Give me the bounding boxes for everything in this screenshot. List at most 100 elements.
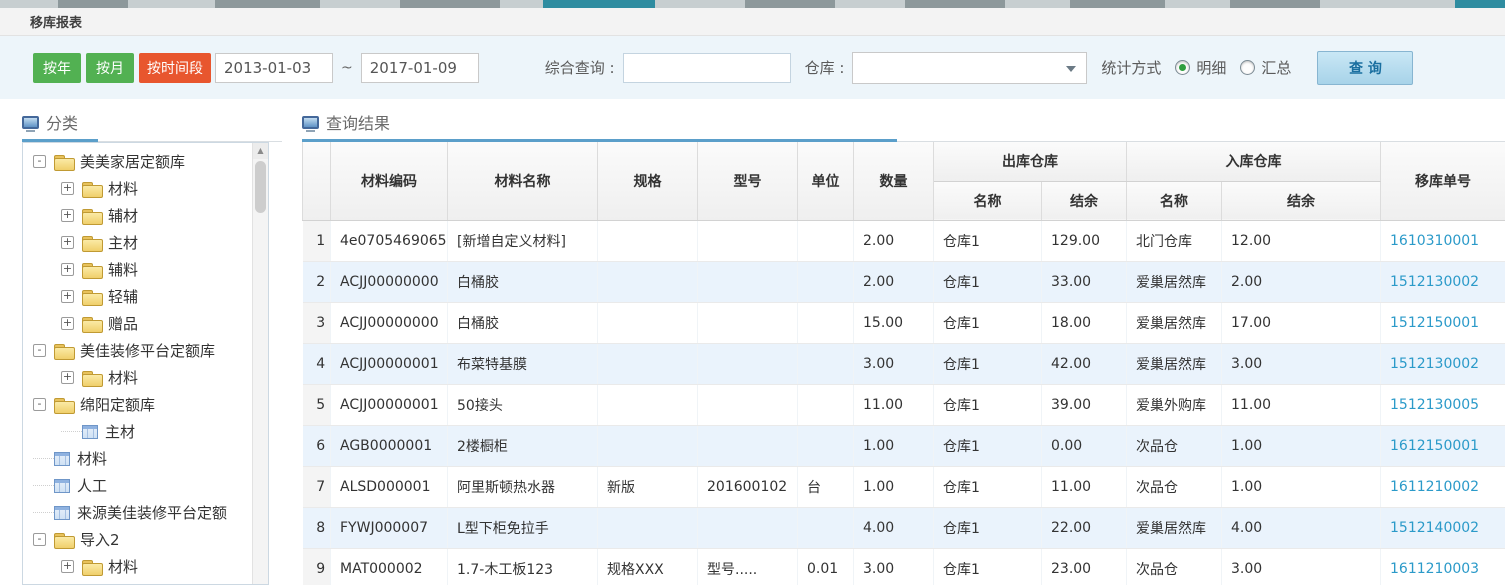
expander-plus-icon[interactable]: + <box>61 209 74 222</box>
table-icon <box>54 506 70 520</box>
expander-minus-icon[interactable]: - <box>33 398 46 411</box>
tree-item[interactable]: -导入2 <box>23 526 268 553</box>
expander-plus-icon[interactable]: + <box>61 236 74 249</box>
scroll-up-icon[interactable]: ▲ <box>253 143 268 159</box>
col-model[interactable]: 型号 <box>698 142 798 220</box>
expander-plus-icon[interactable]: + <box>61 560 74 573</box>
cell-material-code: 4e0705469065 <box>331 220 448 261</box>
col-out-name[interactable]: 名称 <box>934 181 1042 220</box>
top-tab-stub[interactable] <box>400 0 500 8</box>
radio-summary[interactable]: 汇总 <box>1240 57 1291 78</box>
cell-model <box>698 507 798 548</box>
folder-icon <box>82 317 101 331</box>
top-tab-stub[interactable] <box>1230 0 1320 8</box>
cell-material-name: [新增自定义材料] <box>448 220 598 261</box>
tree-item[interactable]: + 轻辅 <box>23 283 268 310</box>
top-tab-stub[interactable] <box>745 0 835 8</box>
col-qty[interactable]: 数量 <box>854 142 934 220</box>
radio-detail-icon[interactable] <box>1175 60 1190 75</box>
tree-item[interactable]: +辅料 <box>23 256 268 283</box>
col-group-outbound[interactable]: 出库仓库 <box>934 142 1127 181</box>
transfer-order-link[interactable]: 1512130005 <box>1390 397 1479 413</box>
tree-item-label: 轻辅 <box>108 286 138 307</box>
tree-item[interactable]: 来源美佳装修平台定额 <box>23 499 268 526</box>
by-period-button[interactable]: 按时间段 <box>139 53 211 83</box>
top-tab-stub-active[interactable] <box>543 0 655 8</box>
tree-item[interactable]: 主材 <box>23 418 268 445</box>
cell-in-balance: 17.00 <box>1222 302 1381 343</box>
col-order-no[interactable]: 移库单号 <box>1381 142 1505 220</box>
tree-item[interactable]: +主材 <box>23 229 268 256</box>
tree-item[interactable]: 人工 <box>23 472 268 499</box>
transfer-order-link[interactable]: 1611210003 <box>1390 561 1479 577</box>
transfer-order-link[interactable]: 1512140002 <box>1390 520 1479 536</box>
transfer-order-link[interactable]: 1512150001 <box>1390 315 1479 331</box>
transfer-order-link[interactable]: 1610310001 <box>1390 233 1479 249</box>
tree-item-label: 辅材 <box>108 205 138 226</box>
scrollbar-thumb[interactable] <box>255 161 266 213</box>
date-to-input[interactable] <box>361 53 479 83</box>
transfer-order-link[interactable]: 1512130002 <box>1390 274 1479 290</box>
tree-item[interactable]: +材料 <box>23 175 268 202</box>
top-tab-stub[interactable] <box>215 0 320 8</box>
expander-minus-icon[interactable]: - <box>33 344 46 357</box>
transfer-order-link[interactable]: 1512130002 <box>1390 356 1479 372</box>
cell-model <box>698 302 798 343</box>
cell-unit <box>798 343 854 384</box>
expander-plus-icon[interactable]: + <box>61 182 74 195</box>
tree-item-label: 材料 <box>77 448 107 469</box>
tree-item[interactable]: - 美佳装修平台定额库 <box>23 337 268 364</box>
expander-plus-icon[interactable]: + <box>61 371 74 384</box>
col-unit[interactable]: 单位 <box>798 142 854 220</box>
cell-material-name: 布菜特基膜 <box>448 343 598 384</box>
combined-query-input[interactable] <box>623 53 791 83</box>
warehouse-select[interactable] <box>852 52 1087 84</box>
content-area: 分类 ▲ -美美家居定额库+材料+辅材+主材+辅料+轻辅+赠品-美佳装修平台定额… <box>0 99 1505 585</box>
expander-minus-icon[interactable]: - <box>33 533 46 546</box>
tree-scrollbar[interactable]: ▲ <box>252 143 268 584</box>
transfer-order-link[interactable]: 1612150001 <box>1390 438 1479 454</box>
tree-item-label: 美佳装修平台定额库 <box>80 340 215 361</box>
top-tab-stub-active[interactable] <box>1455 0 1505 8</box>
cell-material-code: ACJJ00000001 <box>331 343 448 384</box>
top-tab-stub[interactable] <box>1070 0 1165 8</box>
query-button[interactable]: 查 询 <box>1317 51 1413 85</box>
cell-out-name: 仓库1 <box>934 261 1042 302</box>
tree-item[interactable]: -美美家居定额库 <box>23 148 268 175</box>
col-in-balance[interactable]: 结余 <box>1222 181 1381 220</box>
tree-item[interactable]: +赠品 <box>23 310 268 337</box>
radio-summary-icon[interactable] <box>1240 60 1255 75</box>
col-spec[interactable]: 规格 <box>598 142 698 220</box>
cell-out-name: 仓库1 <box>934 425 1042 466</box>
expander-plus-icon[interactable]: + <box>61 290 74 303</box>
col-out-balance[interactable]: 结余 <box>1042 181 1127 220</box>
page-title-bar: 移库报表 <box>0 8 1505 36</box>
col-material-code[interactable]: 材料编码 <box>331 142 448 220</box>
tree-item[interactable]: +材料 <box>23 364 268 391</box>
tree-item[interactable]: +材料 <box>23 553 268 580</box>
date-from-input[interactable] <box>215 53 333 83</box>
transfer-order-link[interactable]: 1611210002 <box>1390 479 1479 495</box>
tree-item[interactable]: + 辅材 <box>23 202 268 229</box>
cell-material-code: ACJJ00000001 <box>331 384 448 425</box>
col-group-inbound[interactable]: 入库仓库 <box>1127 142 1381 181</box>
top-tab-stub[interactable] <box>58 0 128 8</box>
expander-plus-icon[interactable]: + <box>61 317 74 330</box>
table-row: 2ACJJ00000000白桶胶2.00仓库133.00爱巢居然库2.00151… <box>303 261 1505 302</box>
cell-material-code: ACJJ00000000 <box>331 261 448 302</box>
table-icon <box>54 452 70 466</box>
tree-item-label: 来源美佳装修平台定额 <box>77 502 227 523</box>
expander-minus-icon[interactable]: - <box>33 155 46 168</box>
col-material-name[interactable]: 材料名称 <box>448 142 598 220</box>
tree-item[interactable]: -绵阳定额库 <box>23 391 268 418</box>
cell-in-balance: 11.00 <box>1222 384 1381 425</box>
top-tab-stub[interactable] <box>905 0 1005 8</box>
table-icon <box>54 479 70 493</box>
tree-item[interactable]: 材料 <box>23 445 268 472</box>
cell-material-name: 2楼橱柜 <box>448 425 598 466</box>
col-in-name[interactable]: 名称 <box>1127 181 1222 220</box>
by-year-button[interactable]: 按年 <box>33 53 81 83</box>
by-month-button[interactable]: 按月 <box>86 53 134 83</box>
expander-plus-icon[interactable]: + <box>61 263 74 276</box>
radio-detail[interactable]: 明细 <box>1175 57 1226 78</box>
